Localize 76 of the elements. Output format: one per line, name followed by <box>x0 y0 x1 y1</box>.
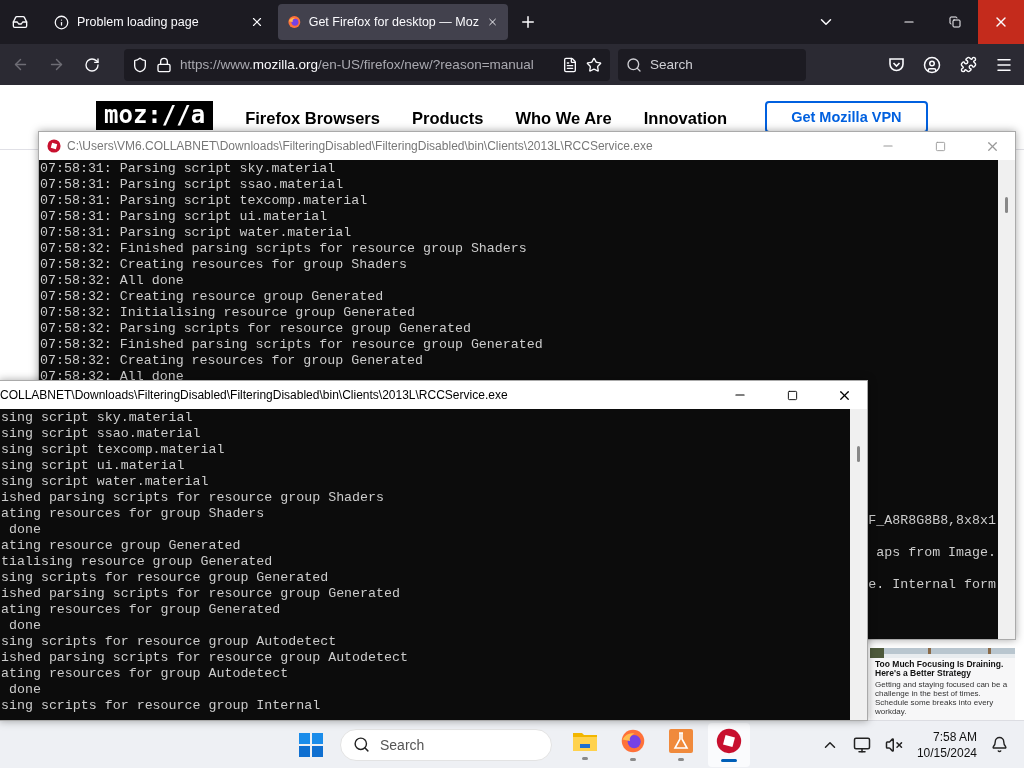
console-line: done <box>7 682 42 698</box>
console-line: sing script water.material <box>1 474 210 490</box>
console-line: sing script ssao.material <box>1 426 202 442</box>
shield-icon[interactable] <box>132 56 148 73</box>
star-icon[interactable] <box>586 56 602 73</box>
window-title: C:\Users\VM6.COLLABNET\Downloads\FilteringDisabled\FilteringDisabled\bin\Clients\2013L\RCCService.exe <box>67 139 654 153</box>
nav-link[interactable]: Innovation <box>643 109 728 128</box>
news-card[interactable]: Too Much Focusing Is Draining. Here's a Better Strategy Getting and staying focused can be a challenge in the best of times. Schedule some breaks into every workday. <box>870 647 1015 720</box>
monitor-icon[interactable] <box>852 735 871 754</box>
console-line: sing scripts for resource group Internal <box>1 698 322 714</box>
window-title: COLLABNET\Downloads\FilteringDisabled\FilteringDisabled\bin\Clients\2013L\RCCService.exe <box>0 388 509 402</box>
scrollbar-thumb[interactable] <box>857 446 860 462</box>
browser-tab[interactable]: Get Firefox for desktop — Moz <box>278 4 508 40</box>
close-icon[interactable] <box>250 15 264 29</box>
console-line: 07:58:32: Creating resource group Generated <box>40 289 385 305</box>
console-line: ating resources for group Generated <box>1 602 282 618</box>
console-line: ished parsing scripts for resource group Shaders <box>1 490 385 506</box>
console-line: 07:58:31: Parsing script water.material <box>40 225 353 241</box>
console-line: tialising resource group Generated <box>1 554 274 570</box>
console-line: 07:58:32: Finished parsing scripts for resource group Shaders <box>40 241 528 257</box>
firefox-icon <box>288 14 301 30</box>
console-line: F_A8R8G8B8,8x8x1 <box>868 513 996 529</box>
console-line: ating resources for group Shaders <box>1 506 266 522</box>
start-icon[interactable] <box>298 731 324 758</box>
browser-tab[interactable]: Problem loading page <box>44 4 274 40</box>
console-line: done <box>7 522 42 538</box>
search-icon <box>626 56 642 73</box>
search-field[interactable]: Search <box>618 48 806 81</box>
taskbar-search[interactable]: Search <box>340 728 552 761</box>
scrollbar-thumb[interactable] <box>1005 197 1008 213</box>
nav-link[interactable]: Firefox Browsers <box>245 109 380 128</box>
maximize-icon <box>786 389 798 401</box>
console-line: aps from Image. <box>876 545 996 561</box>
console-line: sing scripts for resource group Autodetect <box>1 634 338 650</box>
info-icon <box>54 14 69 30</box>
console-line: 07:58:32: Finished parsing scripts for resource group Generated <box>40 337 544 353</box>
console-line: ished parsing scripts for resource group Generated <box>1 586 401 602</box>
clock[interactable]: 7:58 AM 10/15/2024 <box>916 728 977 761</box>
address-field[interactable]: https://www.mozilla.org/en-US/firefox/new/?reason=manual <box>124 48 610 81</box>
console-line: ished parsing scripts for resource group Autodetect <box>1 650 409 666</box>
console-line: 07:58:31: Parsing script texcomp.material <box>40 193 369 209</box>
console-line: 07:58:32: All done <box>40 273 185 289</box>
console-line: sing script texcomp.material <box>1 442 226 458</box>
lock-icon[interactable] <box>156 56 172 73</box>
news-description: Getting and staying focused can be a challenge in the best of times. Schedule some breaks into every workday. <box>875 681 1009 717</box>
notification-icon[interactable] <box>991 736 1008 753</box>
console-line: 07:58:31: Parsing script sky.material <box>40 161 337 177</box>
taskbar-app[interactable] <box>708 722 750 767</box>
console-line: sing script ui.material <box>1 458 186 474</box>
scrollbar[interactable] <box>998 160 1015 639</box>
console-line: 07:58:32: Initialising resource group Generated <box>40 305 417 321</box>
console-line: ating resource group Generated <box>1 538 242 554</box>
nav-link[interactable]: Who We Are <box>515 109 612 128</box>
console-line: ating resources for group Autodetect <box>1 666 290 682</box>
scrollbar[interactable] <box>850 409 867 720</box>
console-line: 07:58:32: Creating resources for group Shaders <box>40 257 409 273</box>
console-line: 07:58:32: All done <box>40 369 185 385</box>
app-icon <box>47 139 61 153</box>
console-line: 07:58:31: Parsing script ui.material <box>40 209 329 225</box>
maximize-icon <box>934 140 946 152</box>
news-title[interactable]: Too Much Focusing Is Draining. Here's a Better Strategy <box>875 659 1010 680</box>
app-icon[interactable] <box>716 727 742 754</box>
console-line: 07:58:32: Creating resources for group Generated <box>40 353 424 369</box>
search-icon <box>353 736 370 753</box>
console-line: sing script sky.material <box>1 410 194 426</box>
restore-icon <box>949 16 961 28</box>
console-line: 07:58:32: Parsing scripts for resource group Generated <box>40 321 472 337</box>
console-line: e. Internal form <box>868 577 996 593</box>
console-line: done <box>7 618 42 634</box>
firefox-icon[interactable] <box>621 728 645 753</box>
console-line: 07:58:31: Parsing script ssao.material <box>40 177 345 193</box>
console-line: sing scripts for resource group Generated <box>1 570 330 586</box>
logo[interactable]: moz://a <box>96 101 214 130</box>
mute-icon[interactable] <box>884 735 903 754</box>
nav-link[interactable]: Products <box>411 109 484 128</box>
reader-icon[interactable] <box>562 56 578 73</box>
